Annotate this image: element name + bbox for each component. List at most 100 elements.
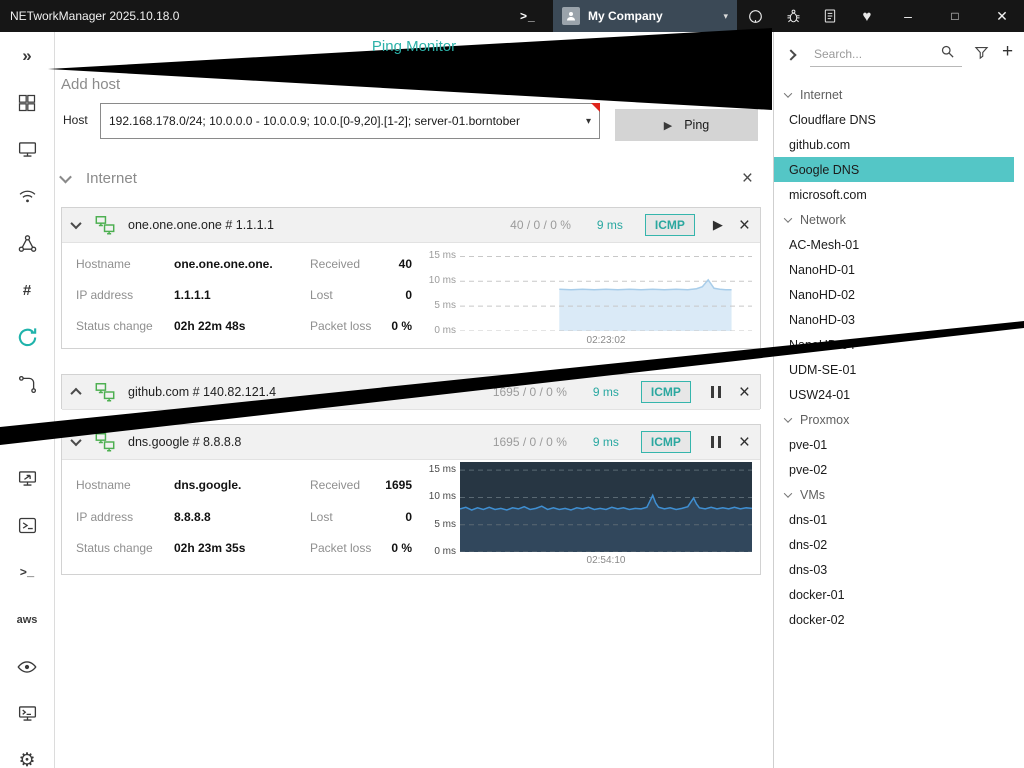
sidebar-item-discovery[interactable] xyxy=(0,643,55,690)
tree-item-nanohd-01[interactable]: NanoHD-01 xyxy=(774,257,1024,282)
minimize-button[interactable]: – xyxy=(888,0,928,32)
close-host-button[interactable]: × xyxy=(739,383,750,402)
chevron-down-icon[interactable] xyxy=(59,170,72,183)
filter-icon[interactable] xyxy=(974,45,989,63)
resume-button[interactable]: ▶ xyxy=(713,217,723,233)
y-axis-tick: 10 ms xyxy=(414,491,456,502)
tree-item-usw24-01[interactable]: USW24-01 xyxy=(774,382,1024,407)
sidebar-item-settings[interactable]: ⚙ xyxy=(0,737,55,768)
ping-button-label: Ping xyxy=(684,118,709,132)
remote-desktop-icon xyxy=(17,468,38,489)
sidebar-item-network-interface[interactable] xyxy=(0,126,55,173)
status-change-label: Status change xyxy=(76,319,153,333)
add-host-heading: Add host xyxy=(61,76,120,93)
chevron-down-icon xyxy=(784,489,792,497)
profile-selector[interactable]: My Company ▾ xyxy=(553,0,737,32)
add-profile-button[interactable]: + xyxy=(1002,41,1013,63)
sidebar-item-ip-scanner[interactable] xyxy=(0,220,55,267)
tree-label: Internet xyxy=(800,88,842,102)
console-icon[interactable]: >_ xyxy=(520,0,536,32)
host-card-header[interactable]: github.com # 140.82.121.4 1695 / 0 / 0 %… xyxy=(62,375,760,410)
network-interface-icon xyxy=(17,139,38,160)
chevron-up-icon[interactable] xyxy=(70,388,81,399)
powershell-icon xyxy=(17,515,38,536)
hostname-value: one.one.one.one. xyxy=(174,257,273,271)
close-group-button[interactable]: × xyxy=(742,169,753,188)
tree-item-dns-03[interactable]: dns-03 xyxy=(774,557,1024,582)
tree-item-microsoft-com[interactable]: microsoft.com xyxy=(774,182,1024,207)
tree-item-google-dns[interactable]: Google DNS xyxy=(774,157,1014,182)
collapse-panel-chevron-icon[interactable] xyxy=(785,49,796,60)
tree-item-docker-01[interactable]: docker-01 xyxy=(774,582,1024,607)
lost-value: 0 xyxy=(354,288,412,302)
sidebar-item-port-scanner[interactable]: # xyxy=(0,267,55,314)
close-host-button[interactable]: × xyxy=(739,216,750,235)
chart-timestamp: 02:23:02 xyxy=(460,335,752,346)
pause-button[interactable] xyxy=(709,436,723,448)
tree-group-vms[interactable]: VMs xyxy=(774,482,1024,507)
close-host-button[interactable]: × xyxy=(739,433,750,452)
host-card-header[interactable]: dns.google # 8.8.8.8 1695 / 0 / 0 % 9 ms… xyxy=(62,425,760,460)
sidebar-item-putty[interactable]: >_ xyxy=(0,549,55,596)
host-combobox[interactable]: 192.168.178.0/24; 10.0.0.0 - 10.0.0.9; 1… xyxy=(100,103,600,139)
chevron-down-icon[interactable] xyxy=(70,218,81,229)
tree-item-udm-se-01[interactable]: UDM-SE-01 xyxy=(774,357,1024,382)
group-header-internet[interactable]: Internet × xyxy=(61,165,761,191)
settings-icon: ⚙ xyxy=(18,749,35,768)
sidebar-item-dns-lookup[interactable] xyxy=(0,408,55,455)
tree-item-github-com[interactable]: github.com xyxy=(774,132,1024,157)
tree-item-dns-01[interactable]: dns-01 xyxy=(774,507,1024,532)
sidebar-item-traceroute[interactable] xyxy=(0,361,55,408)
sidebar-item-aws-session-manager[interactable]: aws xyxy=(0,596,55,643)
host-card: github.com # 140.82.121.4 1695 / 0 / 0 %… xyxy=(61,374,761,409)
donate-heart-icon[interactable]: ♥ xyxy=(850,0,884,32)
close-window-button[interactable]: ✕ xyxy=(982,0,1022,32)
tree-item-docker-02[interactable]: docker-02 xyxy=(774,607,1024,632)
chevron-down-icon[interactable]: ▾ xyxy=(586,116,591,127)
tree-label: dns-03 xyxy=(789,563,827,577)
tree-group-proxmox[interactable]: Proxmox xyxy=(774,407,1024,432)
sidebar-item-ping-monitor[interactable] xyxy=(0,314,55,361)
tree-label: dns-01 xyxy=(789,513,827,527)
app-sidebar: » # >_aws ⚙ xyxy=(0,32,55,768)
sidebar-item-powershell[interactable] xyxy=(0,502,55,549)
tree-label: pve-02 xyxy=(789,463,827,477)
sidebar-item-web-console[interactable] xyxy=(0,690,55,737)
chevron-down-icon[interactable] xyxy=(70,435,81,446)
tree-item-nanohd-02[interactable]: NanoHD-02 xyxy=(774,282,1024,307)
search-icon[interactable] xyxy=(940,44,955,62)
host-combobox-value: 192.168.178.0/24; 10.0.0.0 - 10.0.0.9; 1… xyxy=(109,114,520,128)
github-icon[interactable] xyxy=(738,0,772,32)
sidebar-item-expand-sidebar[interactable]: » xyxy=(0,32,55,79)
tree-label: Google DNS xyxy=(789,163,859,177)
host-title: github.com # 140.82.121.4 xyxy=(128,385,276,399)
group-name: Internet xyxy=(86,170,137,187)
sidebar-item-remote-desktop[interactable] xyxy=(0,455,55,502)
host-title: one.one.one.one # 1.1.1.1 xyxy=(128,218,274,232)
ping-button[interactable]: ▶ Ping xyxy=(615,109,758,141)
host-latency: 9 ms xyxy=(597,218,623,232)
bug-report-icon[interactable] xyxy=(776,0,810,32)
tree-item-cloudflare-dns[interactable]: Cloudflare DNS xyxy=(774,107,1024,132)
ping-monitor-icon xyxy=(16,326,39,349)
sidebar-item-wifi-analyzer[interactable] xyxy=(0,173,55,220)
tree-item-dns-02[interactable]: dns-02 xyxy=(774,532,1024,557)
host-stats: 1695 / 0 / 0 % xyxy=(493,435,567,449)
host-card-header[interactable]: one.one.one.one # 1.1.1.1 40 / 0 / 0 % 9… xyxy=(62,208,760,243)
release-notes-icon[interactable] xyxy=(813,0,847,32)
traceroute-icon xyxy=(17,374,38,395)
maximize-button[interactable]: □ xyxy=(935,0,975,32)
status-change-value: 02h 22m 48s xyxy=(174,319,245,333)
app-window: { "titlebar": { "app_title": "NETworkMan… xyxy=(0,0,1024,768)
y-axis-tick: 0 ms xyxy=(414,546,456,557)
tree-item-pve-01[interactable]: pve-01 xyxy=(774,432,1024,457)
tree-item-nanohd-04[interactable]: NanoHD-04 xyxy=(774,332,1024,357)
sidebar-item-dashboard[interactable] xyxy=(0,79,55,126)
pause-button[interactable] xyxy=(709,386,723,398)
tree-item-pve-02[interactable]: pve-02 xyxy=(774,457,1024,482)
tree-group-network[interactable]: Network xyxy=(774,207,1024,232)
tree-item-ac-mesh-01[interactable]: AC-Mesh-01 xyxy=(774,232,1024,257)
host-card: dns.google # 8.8.8.8 1695 / 0 / 0 % 9 ms… xyxy=(61,424,761,575)
tree-item-nanohd-03[interactable]: NanoHD-03 xyxy=(774,307,1024,332)
tree-group-internet[interactable]: Internet xyxy=(774,82,1024,107)
